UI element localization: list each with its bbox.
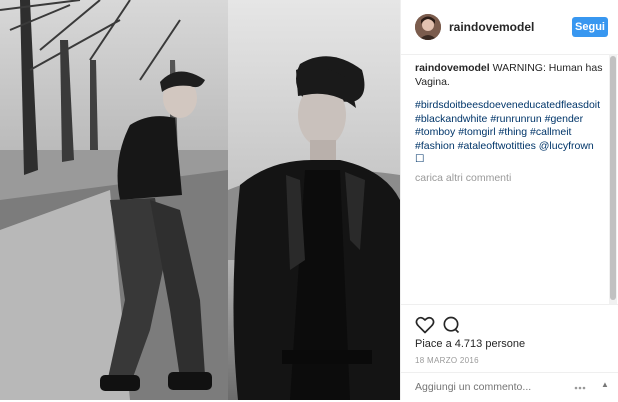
post-photo[interactable] — [0, 0, 400, 400]
hashtag-link[interactable]: #callmeit — [530, 126, 571, 138]
likes-count[interactable]: Piace a 4.713 persone — [415, 338, 525, 350]
caption: raindovemodel WARNING: Human has Vagina. — [415, 62, 605, 89]
hashtag-link[interactable]: #tomgirl — [458, 126, 495, 138]
avatar[interactable] — [415, 14, 441, 40]
hashtag-list: #birdsdoitbeesdoeveneducatedfleasdoit #b… — [415, 99, 605, 167]
comment-input[interactable] — [415, 381, 565, 393]
hashtag-link[interactable]: #runrunrun — [490, 113, 541, 125]
hashtag-link[interactable]: #thing — [498, 126, 527, 138]
hashtag-link[interactable]: #ataleoftwotitties — [458, 140, 536, 152]
scrollbar-thumb[interactable] — [610, 56, 616, 300]
username-link[interactable]: raindovemodel — [449, 20, 534, 34]
scroll-up-arrow[interactable]: ▲ — [601, 380, 609, 389]
emoji-glyph: ☐ — [415, 153, 425, 165]
caption-username[interactable]: raindovemodel — [415, 62, 490, 74]
post-side-panel: raindovemodel Segui raindovemodel WARNIN… — [400, 0, 618, 400]
hashtag-link[interactable]: #blackandwhite — [415, 113, 487, 125]
comment-icon[interactable] — [441, 315, 461, 335]
follow-button[interactable]: Segui — [572, 17, 608, 37]
post-image — [0, 0, 400, 400]
hashtag-link[interactable]: #birdsdoitbeesdoeveneducatedfleasdoit — [415, 99, 600, 111]
comment-bar: ▲ — [401, 372, 618, 402]
comments-scrollbar[interactable] — [609, 54, 617, 304]
post-date: 18 MARZO 2016 — [415, 356, 479, 365]
heart-icon[interactable] — [415, 315, 435, 335]
post-header: raindovemodel Segui — [401, 0, 618, 55]
post-actions: Piace a 4.713 persone 18 MARZO 2016 ▲ — [401, 304, 618, 401]
mention-link[interactable]: @lucyfrown — [539, 140, 594, 152]
load-more-comments-link[interactable]: carica altri commenti — [415, 172, 605, 186]
hashtag-link[interactable]: #gender — [545, 113, 584, 125]
hashtag-link[interactable]: #tomboy — [415, 126, 455, 138]
hashtag-link[interactable]: #fashion — [415, 140, 455, 152]
comments-section: raindovemodel WARNING: Human has Vagina.… — [415, 62, 605, 185]
more-options-icon[interactable] — [573, 381, 587, 395]
